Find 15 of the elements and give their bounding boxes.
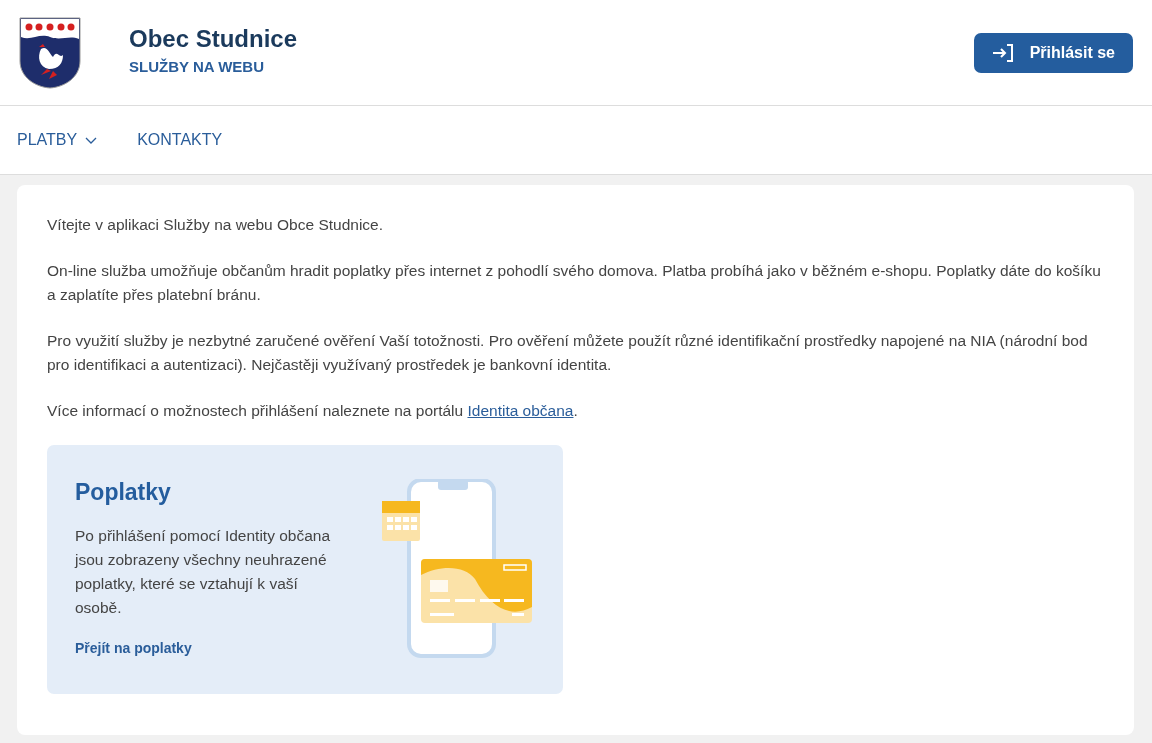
go-to-fees-link[interactable]: Přejít na poplatky bbox=[75, 639, 192, 656]
site-title: Obec Studnice bbox=[129, 26, 298, 53]
intro-paragraph: Pro využití služby je nezbytné zaručené ověření Vaší totožnosti. Pro ověření můžete použít různé identifikační prostředky napojené na NIA (národní bod pro identifikaci a autentizaci). Nejčastěji využívaný prostředek je bankovní identita. bbox=[47, 331, 1089, 375]
nav-link[interactable]: KONTAKTY bbox=[137, 128, 223, 152]
nav-link[interactable]: PLATBY bbox=[17, 128, 98, 152]
info-paragraph: Více informací o možnostech přihlášení naleznete na portálu Identita občana. bbox=[47, 401, 579, 421]
intro-paragraph: Vítejte v aplikaci Služby na webu Obce Studnice. bbox=[47, 215, 385, 235]
intro-paragraph: On-line služba umožňuje občanům hradit poplatky přes internet z pohodlí svého domova. Platba probíhá jako v běžném e-shopu. Poplatky dáte do košíku a zaplatíte přes platební bránu. bbox=[47, 261, 1102, 305]
login-button[interactable]: Přihlásit se bbox=[973, 32, 1133, 73]
login-icon bbox=[991, 43, 1014, 62]
identity-portal-link[interactable]: Identita občana bbox=[467, 402, 574, 419]
chevron-down-icon bbox=[85, 136, 98, 144]
card-text: Po přihlášení pomocí Identity občana jsou zobrazeny všechny neuhrazené poplatky, které se vztahují k vaší osobě. bbox=[75, 525, 332, 618]
site-subtitle: SLUŽBY NA WEBU bbox=[129, 57, 265, 78]
card-title: Poplatky bbox=[75, 478, 172, 507]
